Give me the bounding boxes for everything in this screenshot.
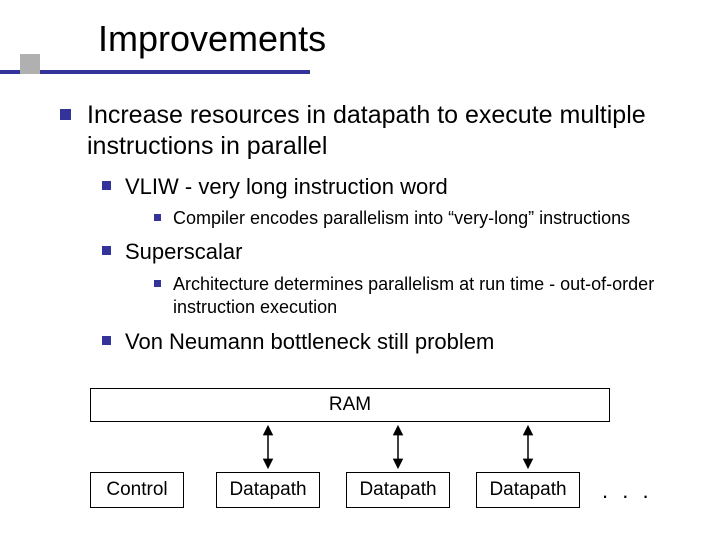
bullet-text: Compiler encodes parallelism into “very-… — [173, 207, 630, 230]
bullet-level3-vliw-sub: Compiler encodes parallelism into “very-… — [154, 207, 680, 230]
bullet-text: Superscalar — [125, 238, 242, 267]
square-bullet-icon — [154, 280, 161, 287]
bullet-level1: Increase resources in datapath to execut… — [60, 100, 680, 163]
slide-content: Increase resources in datapath to execut… — [0, 90, 720, 356]
square-bullet-icon — [102, 181, 111, 190]
bullet-text: Architecture determines parallelism at r… — [173, 273, 680, 320]
bullet-level2-superscalar: Superscalar — [102, 238, 680, 267]
bullet-text: Von Neumann bottleneck still problem — [125, 328, 494, 357]
title-accent-square — [20, 54, 40, 74]
diagram-arrows — [80, 388, 640, 518]
square-bullet-icon — [102, 246, 111, 255]
square-bullet-icon — [102, 336, 111, 345]
square-bullet-icon — [154, 214, 161, 221]
bullet-level2-vn: Von Neumann bottleneck still problem — [102, 328, 680, 357]
bullet-text: Increase resources in datapath to execut… — [87, 100, 680, 163]
slide-title-area: Improvements — [0, 0, 720, 90]
square-bullet-icon — [60, 109, 71, 120]
slide-title: Improvements — [98, 18, 326, 60]
bullet-level3-superscalar-sub: Architecture determines parallelism at r… — [154, 273, 680, 320]
bullet-text: VLIW - very long instruction word — [125, 173, 448, 202]
bullet-level2-vliw: VLIW - very long instruction word — [102, 173, 680, 202]
title-underline — [0, 70, 310, 74]
